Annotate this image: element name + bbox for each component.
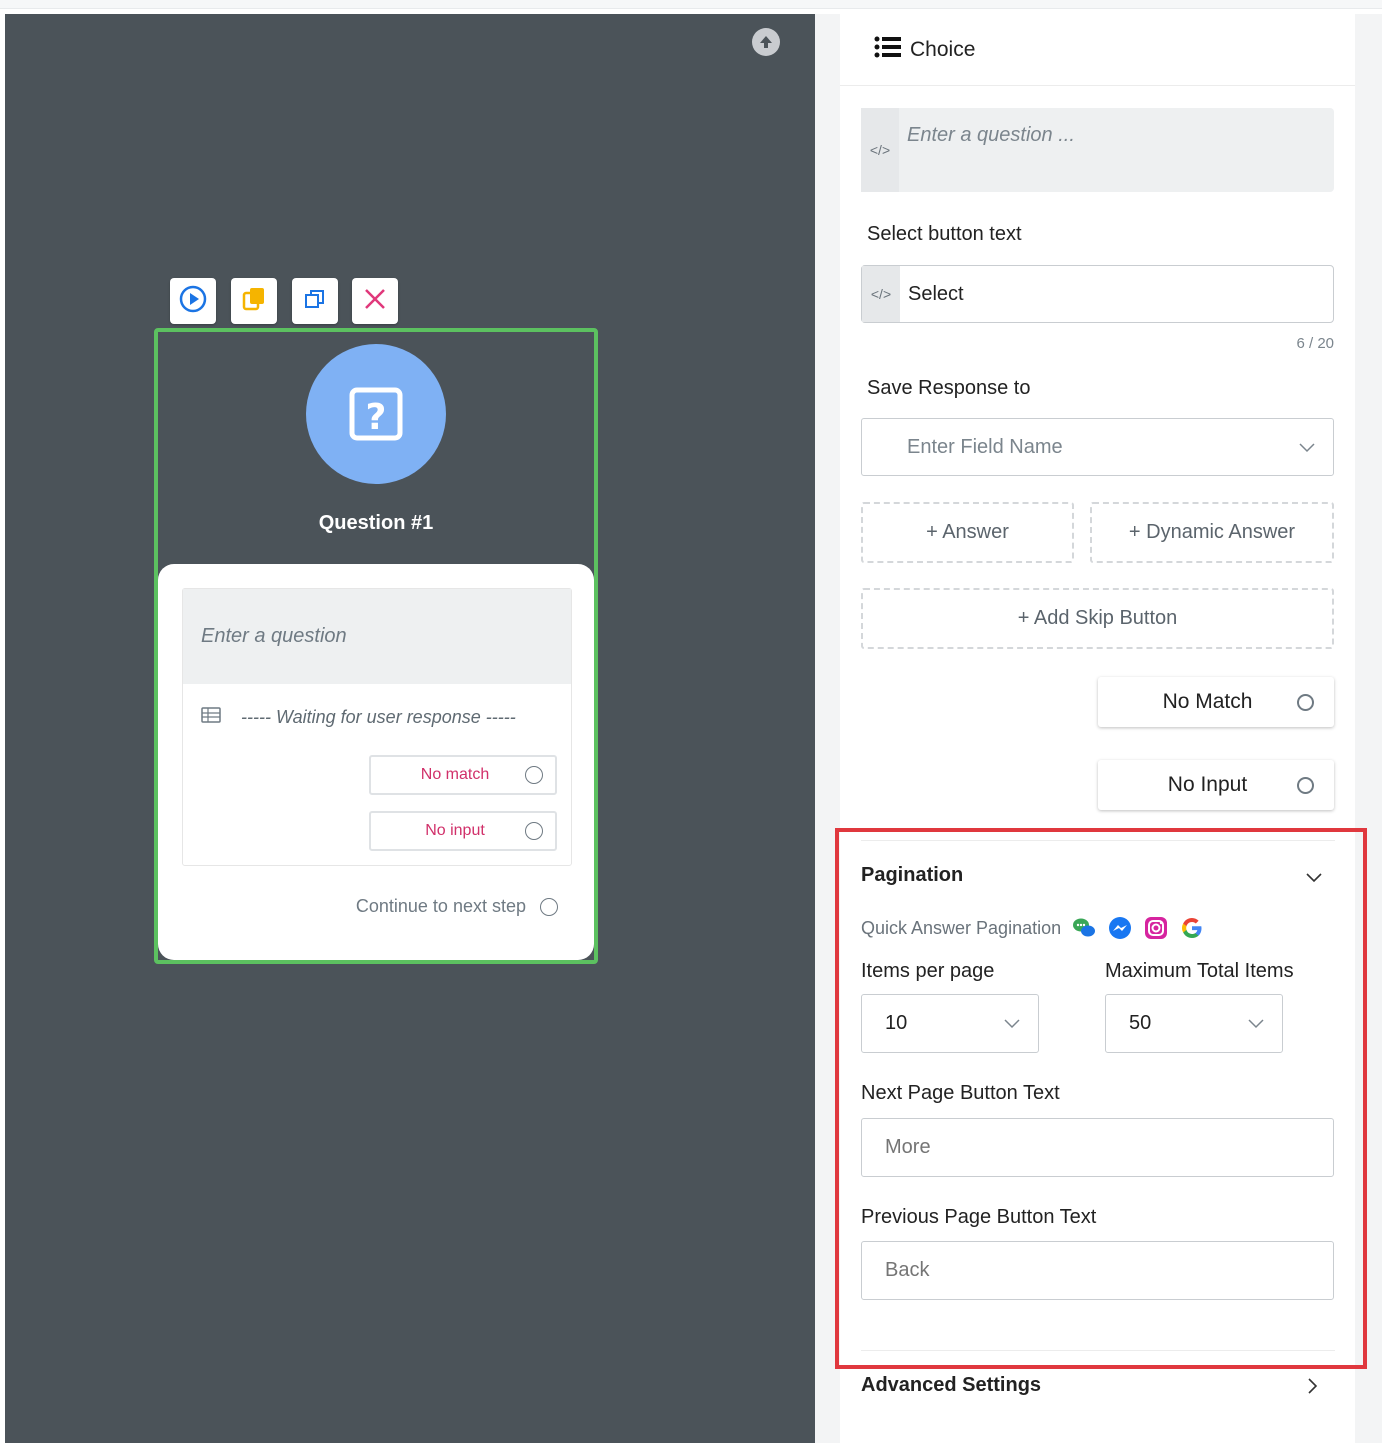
- svg-text:?: ?: [366, 397, 387, 438]
- close-icon: [362, 286, 388, 317]
- connector-circle-icon[interactable]: [1297, 693, 1314, 711]
- chevron-down-icon: [1299, 436, 1315, 459]
- node-title: Question #1: [318, 512, 434, 534]
- no-input-label: No input: [425, 822, 485, 839]
- pagination-highlight: [835, 828, 1367, 1369]
- duplicate-icon: [302, 286, 328, 317]
- play-button[interactable]: [170, 278, 216, 324]
- save-response-label: Save Response to: [867, 377, 1031, 399]
- field-name-select[interactable]: Enter Field Name: [861, 418, 1334, 476]
- chevron-right-icon[interactable]: [1308, 1378, 1318, 1399]
- no-input-option[interactable]: No Input: [1098, 760, 1334, 810]
- delete-button[interactable]: [352, 278, 398, 324]
- node-question-placeholder[interactable]: Enter a question: [183, 589, 571, 684]
- code-icon[interactable]: </>: [862, 266, 900, 322]
- select-button-value[interactable]: Select: [900, 266, 964, 322]
- select-button-label: Select button text: [867, 223, 1022, 245]
- question-box[interactable]: Enter a question ----- Waiting for user …: [182, 588, 572, 866]
- panel-header: Choice: [840, 14, 1355, 86]
- question-mark-icon: ?: [306, 344, 446, 484]
- copy-button[interactable]: [231, 278, 277, 324]
- code-icon[interactable]: </>: [861, 108, 899, 192]
- no-match-label: No Match: [1162, 690, 1253, 713]
- table-icon: [201, 707, 221, 728]
- connector-circle-icon[interactable]: [1297, 776, 1314, 794]
- connector-circle-icon[interactable]: [525, 822, 543, 840]
- no-match-option[interactable]: No Match: [1098, 677, 1334, 727]
- char-counter: 6 / 20: [1296, 335, 1334, 352]
- play-icon: [179, 285, 207, 318]
- select-button-input[interactable]: </> Select: [861, 265, 1334, 323]
- no-match-label: No match: [420, 766, 490, 783]
- connector-circle-icon[interactable]: [540, 897, 558, 916]
- no-match-port[interactable]: No match: [369, 755, 557, 795]
- continue-label: Continue to next step: [355, 896, 526, 916]
- question-placeholder[interactable]: Enter a question ...: [899, 108, 1083, 192]
- list-icon: [874, 36, 902, 64]
- add-answer-button[interactable]: + Answer: [861, 502, 1074, 563]
- no-input-label: No Input: [1167, 773, 1248, 796]
- duplicate-button[interactable]: [292, 278, 338, 324]
- connector-circle-icon[interactable]: [525, 766, 543, 784]
- waiting-text: ----- Waiting for user response -----: [241, 707, 516, 727]
- no-input-port[interactable]: No input: [369, 811, 557, 851]
- panel-title: Choice: [910, 37, 976, 61]
- add-skip-button[interactable]: + Add Skip Button: [861, 588, 1334, 649]
- add-dynamic-answer-button[interactable]: + Dynamic Answer: [1090, 502, 1334, 563]
- node-card: Enter a question ----- Waiting for user …: [158, 564, 594, 960]
- continue-row[interactable]: Continue to next step: [356, 896, 558, 917]
- waiting-row: ----- Waiting for user response -----: [201, 707, 516, 728]
- top-strip: [0, 0, 1382, 9]
- field-name-placeholder: Enter Field Name: [907, 435, 1063, 458]
- copy-icon: [240, 285, 268, 318]
- upload-arrow-icon[interactable]: [752, 28, 780, 56]
- question-editor[interactable]: </> Enter a question ...: [861, 108, 1334, 192]
- advanced-settings-title[interactable]: Advanced Settings: [861, 1374, 1041, 1397]
- question-node[interactable]: ? Question #1 Enter a question ----- Wai…: [154, 328, 598, 964]
